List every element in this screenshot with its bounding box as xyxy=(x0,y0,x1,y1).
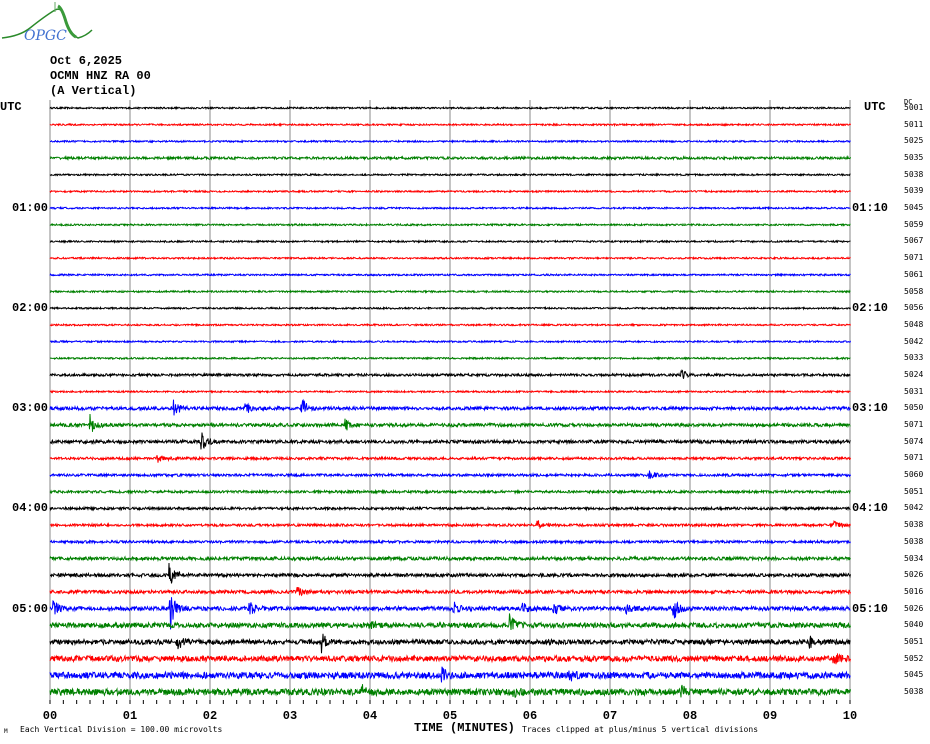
x-tick-label: 03 xyxy=(282,709,298,723)
right-time-label: 02:10 xyxy=(852,301,889,316)
x-tick-label: 06 xyxy=(522,709,538,723)
right-time-label: 05:10 xyxy=(852,601,889,616)
dc-value: 5051 xyxy=(904,636,924,646)
dc-value: 5011 xyxy=(904,119,924,129)
dc-value: 5035 xyxy=(904,153,924,163)
dc-value: 5061 xyxy=(904,269,924,279)
trace-row-4 xyxy=(49,172,851,178)
right-time-label: 03:10 xyxy=(852,401,889,416)
left-time-label: 01:00 xyxy=(12,201,49,216)
x-tick-label: 01 xyxy=(122,709,138,723)
dc-value: 5052 xyxy=(904,653,924,663)
x-axis-title: TIME (MINUTES) xyxy=(414,721,515,735)
dc-value: 5024 xyxy=(904,369,924,379)
dc-value: 5026 xyxy=(904,603,924,613)
x-tick-label: 07 xyxy=(602,709,618,723)
dc-value: 5016 xyxy=(904,586,924,596)
dc-value: 5056 xyxy=(904,303,924,313)
trace-row-0 xyxy=(49,105,851,111)
dc-value: 5026 xyxy=(904,570,924,580)
trace-row-23 xyxy=(49,488,851,495)
dc-value: 5038 xyxy=(904,520,924,530)
dc-value: 5058 xyxy=(904,286,924,296)
dc-value: 5071 xyxy=(904,253,924,263)
clip-note: Traces clipped at plus/minus 5 vertical … xyxy=(522,725,759,734)
left-time-label: 02:00 xyxy=(12,301,49,316)
dc-value: 5059 xyxy=(904,219,924,229)
dc-value: 5048 xyxy=(904,319,924,329)
left-time-label: 04:00 xyxy=(12,501,49,516)
trace-row-8 xyxy=(49,239,851,244)
dc-value: 5042 xyxy=(904,336,924,346)
dc-value: 5038 xyxy=(904,536,924,546)
left-time-label: 03:00 xyxy=(12,401,49,416)
right-time-label: 01:10 xyxy=(852,201,889,216)
dc-value: 5045 xyxy=(904,670,924,680)
dc-value: 5051 xyxy=(904,486,924,496)
dc-value: 5074 xyxy=(904,436,924,446)
x-tick-label: 02 xyxy=(202,709,218,723)
x-tick-label: 10 xyxy=(842,709,858,723)
dc-value: 5038 xyxy=(904,169,924,179)
dc-value: 5071 xyxy=(904,420,924,430)
helicorder-plot xyxy=(49,100,851,704)
dc-value: 5038 xyxy=(904,687,924,696)
x-tick-label: 04 xyxy=(362,709,378,723)
x-tick-label: 08 xyxy=(682,709,698,723)
dc-value: 5042 xyxy=(904,503,924,513)
x-tick-label: 00 xyxy=(42,709,58,723)
dc-value: 5060 xyxy=(904,470,924,480)
trace-row-11 xyxy=(49,289,851,294)
dc-value: 5034 xyxy=(904,553,924,563)
footer-mark: M xyxy=(4,728,8,735)
dc-value: 5025 xyxy=(904,136,924,146)
dc-value: 5039 xyxy=(904,186,924,196)
dc-value: 5001 xyxy=(904,103,924,112)
dc-value: 5050 xyxy=(904,403,924,413)
dc-value: 5067 xyxy=(904,236,924,246)
trace-row-6 xyxy=(49,205,851,211)
dc-value: 5045 xyxy=(904,203,924,213)
dc-value: 5033 xyxy=(904,353,924,363)
dc-value: 5071 xyxy=(904,453,924,463)
left-time-label: 05:00 xyxy=(12,601,49,616)
x-tick-label: 09 xyxy=(762,709,778,723)
dc-value: 5031 xyxy=(904,386,924,396)
right-time-label: 04:10 xyxy=(852,501,889,516)
scale-note: Each Vertical Division = 100.00 microvol… xyxy=(20,725,223,734)
dc-value: 5040 xyxy=(904,620,924,630)
